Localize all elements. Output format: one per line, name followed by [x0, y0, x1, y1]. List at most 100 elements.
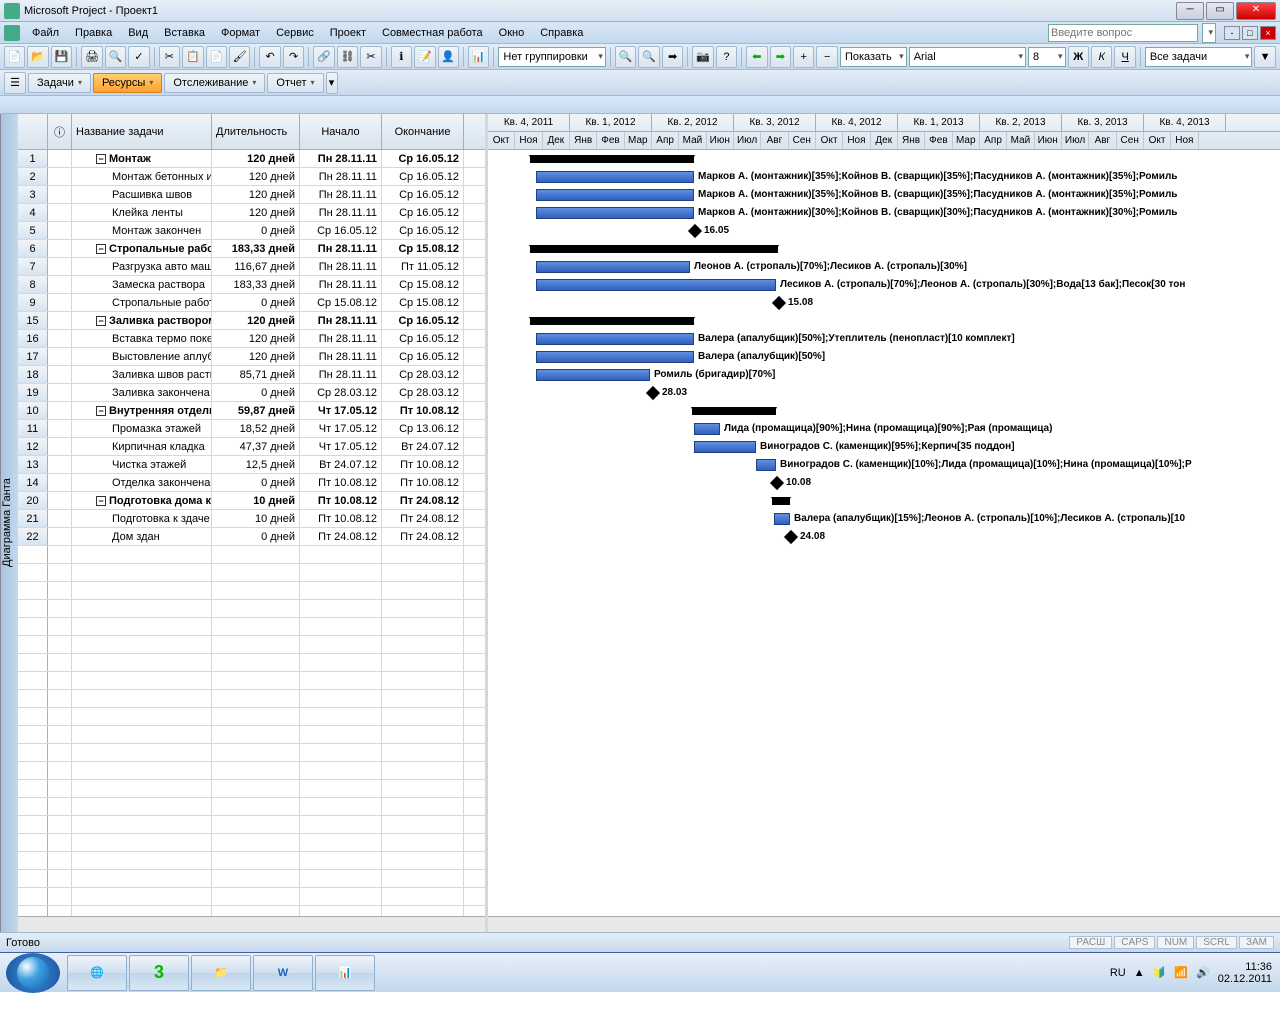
cell-duration[interactable]: 183,33 дней — [212, 240, 300, 257]
cell-duration[interactable]: 10 дней — [212, 510, 300, 527]
guide-toggle-button[interactable]: ☰ — [4, 72, 26, 94]
cell-start[interactable]: Вт 24.07.12 — [300, 456, 382, 473]
app-icon-small[interactable] — [4, 25, 20, 41]
cell-duration[interactable]: 47,37 дней — [212, 438, 300, 455]
cell-end[interactable]: Ср 28.03.12 — [382, 384, 464, 401]
help-question-input[interactable] — [1048, 24, 1198, 42]
gantt-row[interactable]: 15.08 — [488, 294, 1280, 312]
cell-info[interactable] — [48, 294, 72, 311]
table-row-empty[interactable] — [18, 546, 485, 564]
cell-info[interactable] — [48, 402, 72, 419]
cell-start[interactable]: Пт 10.08.12 — [300, 492, 382, 509]
cell-duration[interactable]: 120 дней — [212, 312, 300, 329]
info-button[interactable]: ℹ — [391, 46, 412, 68]
gantt-row[interactable]: Лесиков А. (стропаль)[70%];Леонов А. (ст… — [488, 276, 1280, 294]
cell-end[interactable]: Пт 10.08.12 — [382, 474, 464, 491]
cell-name[interactable]: Чистка этажей — [72, 456, 212, 473]
cell-end[interactable]: Ср 15.08.12 — [382, 276, 464, 293]
taskbar-app-word[interactable]: W — [253, 955, 313, 991]
hide-subtasks-button[interactable]: − — [816, 46, 837, 68]
task-bar[interactable] — [536, 261, 690, 273]
start-button[interactable] — [6, 953, 60, 993]
row-number[interactable]: 3 — [18, 186, 48, 203]
table-row-empty[interactable] — [18, 888, 485, 906]
cell-end[interactable]: Пт 24.08.12 — [382, 492, 464, 509]
cell-duration[interactable]: 120 дней — [212, 204, 300, 221]
cell-end[interactable]: Ср 16.05.12 — [382, 312, 464, 329]
cell-info[interactable] — [48, 330, 72, 347]
cell-duration[interactable]: 0 дней — [212, 294, 300, 311]
task-bar[interactable] — [756, 459, 776, 471]
zoom-out-button[interactable]: 🔍 — [638, 46, 659, 68]
cell-name[interactable]: Выстовление аплубки — [72, 348, 212, 365]
cell-duration[interactable]: 120 дней — [212, 330, 300, 347]
cell-end[interactable]: Пт 24.08.12 — [382, 510, 464, 527]
cell-info[interactable] — [48, 384, 72, 401]
gantt-row[interactable]: Леонов А. (стропаль)[70%];Лесиков А. (ст… — [488, 258, 1280, 276]
table-row[interactable]: 3 Расшивка швов 120 дней Пн 28.11.11 Ср … — [18, 186, 485, 204]
table-row-empty[interactable] — [18, 762, 485, 780]
cell-start[interactable]: Пн 28.11.11 — [300, 276, 382, 293]
italic-button[interactable]: К — [1091, 46, 1112, 68]
row-number[interactable]: 11 — [18, 420, 48, 437]
row-number[interactable]: 5 — [18, 222, 48, 239]
publish-button[interactable]: 📊 — [468, 46, 489, 68]
milestone-icon[interactable] — [770, 476, 784, 490]
row-number[interactable]: 1 — [18, 150, 48, 167]
guide-resources[interactable]: Ресурсы▾ — [93, 73, 162, 93]
table-row[interactable]: 21 Подготовка к здаче 10 дней Пт 10.08.1… — [18, 510, 485, 528]
maximize-button[interactable]: ▭ — [1206, 2, 1234, 20]
cell-info[interactable] — [48, 240, 72, 257]
tray-network-icon[interactable]: 📶 — [1174, 966, 1188, 979]
table-row[interactable]: 10 −Внутренняя отделка 59,87 дней Чт 17.… — [18, 402, 485, 420]
table-row-empty[interactable] — [18, 798, 485, 816]
cell-duration[interactable]: 120 дней — [212, 168, 300, 185]
doc-restore-button[interactable]: □ — [1242, 26, 1258, 40]
summary-bar[interactable] — [772, 497, 790, 505]
cell-name[interactable]: −Подготовка дома к сда — [72, 492, 212, 509]
help-button[interactable]: ? — [716, 46, 737, 68]
tray-flag-icon[interactable]: ▲ — [1134, 967, 1145, 979]
copy-picture-button[interactable]: 📷 — [692, 46, 713, 68]
autofilter-button[interactable]: ▼ — [1254, 46, 1275, 68]
cell-name[interactable]: Вставка термо покет — [72, 330, 212, 347]
row-number[interactable]: 14 — [18, 474, 48, 491]
row-number[interactable]: 8 — [18, 276, 48, 293]
link-button[interactable]: 🔗 — [313, 46, 334, 68]
table-row-empty[interactable] — [18, 870, 485, 888]
table-row[interactable]: 6 −Стропальные работы 183,33 дней Пн 28.… — [18, 240, 485, 258]
table-row[interactable]: 12 Кирпичная кладка 47,37 дней Чт 17.05.… — [18, 438, 485, 456]
row-number[interactable]: 22 — [18, 528, 48, 545]
row-number[interactable]: 7 — [18, 258, 48, 275]
save-button[interactable]: 💾 — [51, 46, 72, 68]
copy-button[interactable]: 📋 — [182, 46, 203, 68]
split-button[interactable]: ✂ — [360, 46, 381, 68]
table-row[interactable]: 2 Монтаж бетонных изд 120 дней Пн 28.11.… — [18, 168, 485, 186]
cell-end[interactable]: Пт 24.08.12 — [382, 528, 464, 545]
cell-start[interactable]: Пн 28.11.11 — [300, 330, 382, 347]
cell-info[interactable] — [48, 348, 72, 365]
unlink-button[interactable]: ⛓ — [337, 46, 358, 68]
row-number[interactable]: 4 — [18, 204, 48, 221]
view-tab-gantt[interactable]: Диаграмма Ганта — [0, 114, 18, 932]
cell-duration[interactable]: 18,52 дней — [212, 420, 300, 437]
table-row[interactable]: 17 Выстовление аплубки 120 дней Пн 28.11… — [18, 348, 485, 366]
menu-edit[interactable]: Правка — [67, 25, 120, 41]
gantt-row[interactable]: Марков А. (монтажник)[35%];Койнов В. (св… — [488, 186, 1280, 204]
cell-end[interactable]: Ср 28.03.12 — [382, 366, 464, 383]
row-number[interactable]: 13 — [18, 456, 48, 473]
row-number[interactable]: 19 — [18, 384, 48, 401]
gantt-row[interactable] — [488, 312, 1280, 330]
indent-button[interactable]: ➡ — [770, 46, 791, 68]
table-row-empty[interactable] — [18, 654, 485, 672]
close-button[interactable]: ✕ — [1236, 2, 1276, 20]
summary-bar[interactable] — [530, 245, 778, 253]
col-header-name[interactable]: Название задачи — [72, 114, 212, 149]
help-dropdown[interactable] — [1202, 23, 1216, 43]
gantt-row[interactable]: Виноградов С. (каменщик)[10%];Лида (пром… — [488, 456, 1280, 474]
zoom-in-button[interactable]: 🔍 — [615, 46, 636, 68]
cell-start[interactable]: Пт 10.08.12 — [300, 474, 382, 491]
task-bar[interactable] — [536, 171, 694, 183]
cell-start[interactable]: Чт 17.05.12 — [300, 438, 382, 455]
cell-info[interactable] — [48, 222, 72, 239]
